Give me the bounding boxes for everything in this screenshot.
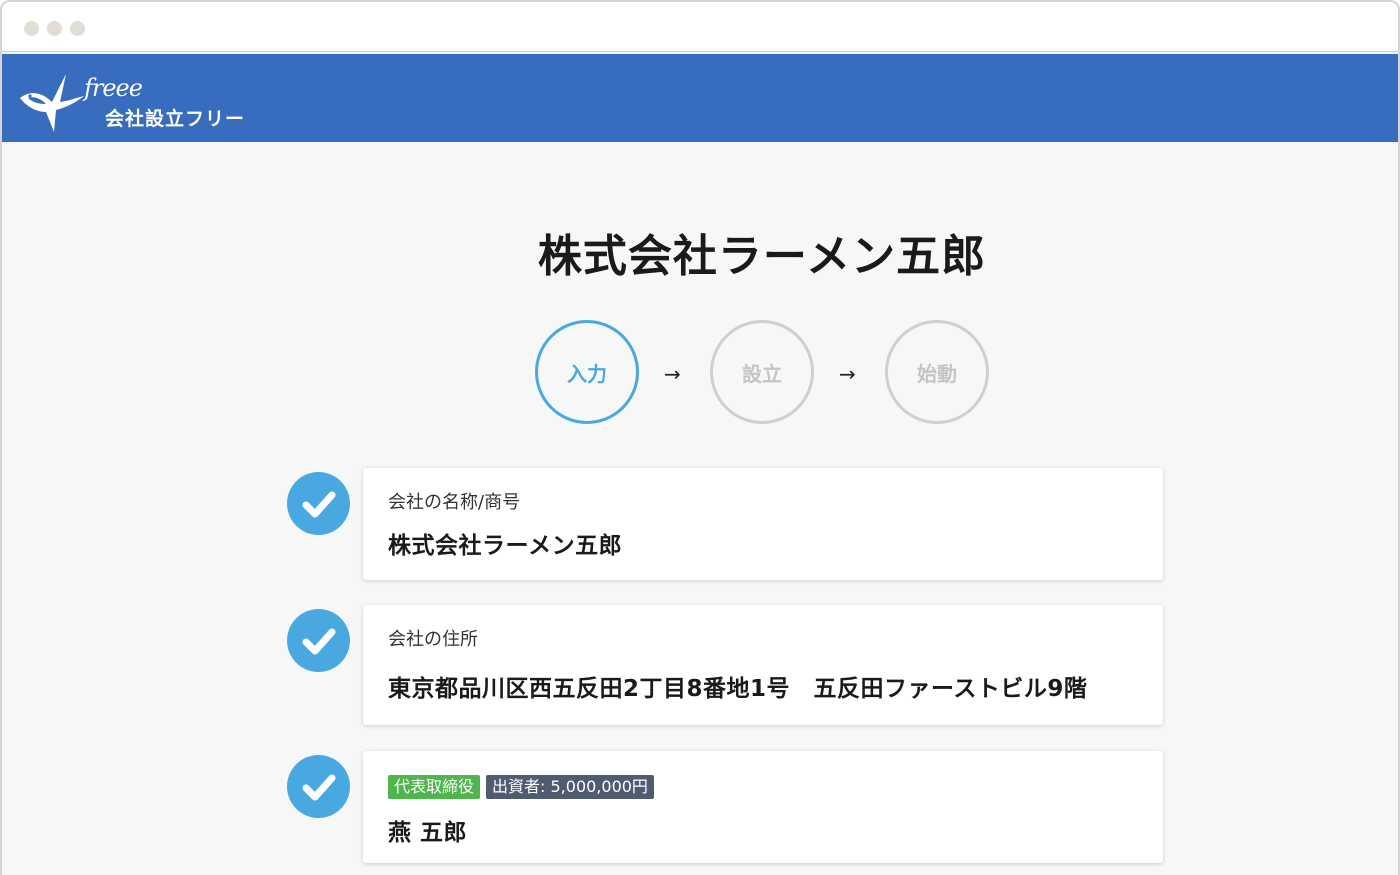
service-name: 会社設立フリー	[105, 108, 246, 130]
check-icon	[287, 472, 350, 535]
step-arrow-icon: →	[664, 362, 681, 386]
window-minimize-dot[interactable]	[47, 21, 62, 36]
window-maximize-dot[interactable]	[70, 21, 85, 36]
step-arrow-icon: →	[839, 362, 856, 386]
company-address-value: 東京都品川区西五反田2丁目8番地1号 五反田ファーストビル9階	[388, 676, 1088, 702]
representative-name: 燕 五郎	[388, 820, 468, 846]
check-icon	[287, 755, 350, 818]
role-badges: 代表取締役 出資者: 5,000,000円	[388, 775, 1163, 799]
representative-card[interactable]: 代表取締役 出資者: 5,000,000円 燕 五郎	[363, 751, 1163, 863]
step-establish-label: 設立	[742, 361, 782, 386]
company-name-card[interactable]: 会社の名称/商号 株式会社ラーメン五郎	[363, 468, 1163, 580]
freee-wordmark: freee	[84, 74, 143, 102]
step-input-label: 入力	[567, 361, 607, 386]
card-label: 会社の名称/商号	[388, 492, 521, 513]
investment-badge: 出資者: 5,000,000円	[486, 775, 654, 799]
step-start-label: 始動	[917, 361, 957, 386]
check-icon	[287, 609, 350, 672]
card-label: 会社の住所	[388, 629, 478, 650]
company-address-card[interactable]: 会社の住所 東京都品川区西五反田2丁目8番地1号 五反田ファーストビル9階	[363, 605, 1163, 725]
window-close-dot[interactable]	[24, 21, 39, 36]
browser-window: freee 会社設立フリー 株式会社ラーメン五郎 入力 → 設立 → 始動 会社…	[0, 0, 1400, 875]
swallow-logo-icon	[20, 74, 84, 132]
page-title: 株式会社ラーメン五郎	[537, 231, 987, 282]
step-establish[interactable]: 設立	[710, 320, 814, 424]
step-input[interactable]: 入力	[535, 320, 639, 424]
company-name-value: 株式会社ラーメン五郎	[388, 533, 623, 559]
step-start[interactable]: 始動	[885, 320, 989, 424]
window-titlebar	[2, 2, 1398, 52]
role-badge: 代表取締役	[388, 775, 481, 799]
main-content: 株式会社ラーメン五郎 入力 → 設立 → 始動 会社の名称/商号 株式会社ラーメ…	[2, 142, 1398, 875]
brand-header: freee 会社設立フリー	[2, 54, 1398, 142]
